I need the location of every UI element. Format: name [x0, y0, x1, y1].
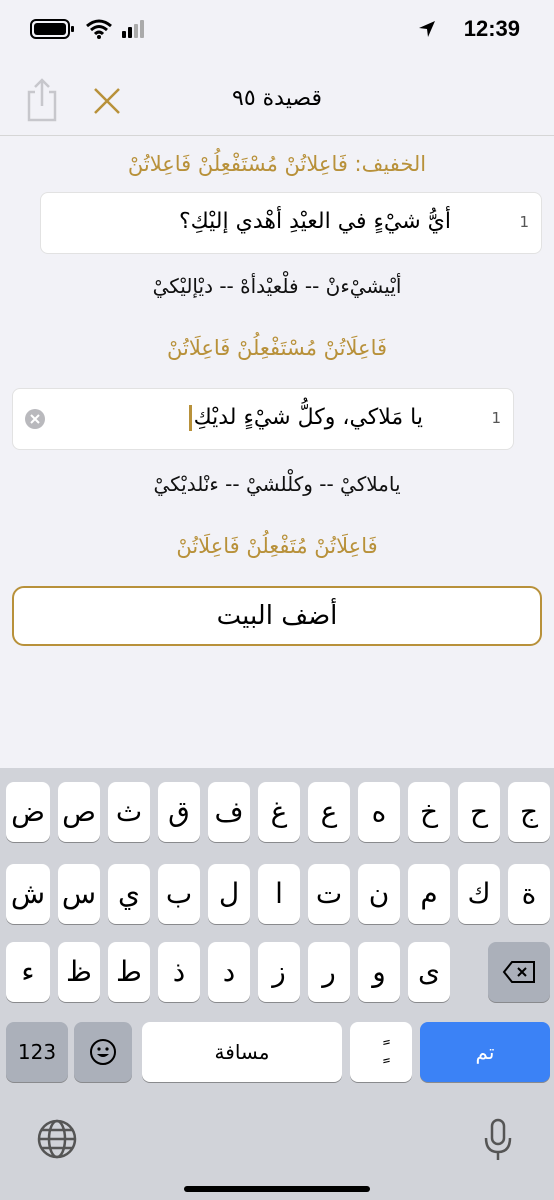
keyboard: ج ح خ ه ع غ ف ق ث ص ض ة ك م ن ت ا ل ب ي …	[0, 768, 554, 1200]
text-cursor	[188, 405, 192, 431]
emoji-key[interactable]	[74, 1022, 132, 1082]
status-bar: 12:39	[0, 0, 554, 64]
key[interactable]: م	[408, 864, 450, 924]
key[interactable]: ض	[6, 782, 50, 842]
verse-input-second[interactable]: يا مَلاكي، وكلُّ شيْءٍ لديْكِ 1	[12, 388, 514, 450]
key[interactable]: ج	[508, 782, 550, 842]
key[interactable]: ل	[208, 864, 250, 924]
location-arrow-icon	[419, 21, 435, 37]
key[interactable]: ك	[458, 864, 500, 924]
meter-pattern: فَاعِلَاتُنْ مُسْتَفْعِلُنْ فَاعِلَاتُنْ	[166, 336, 388, 360]
wifi-icon	[86, 19, 112, 39]
key[interactable]: ع	[308, 782, 350, 842]
page-title: قصيدة ٩٥	[232, 86, 322, 111]
key[interactable]: ث	[108, 782, 150, 842]
clear-button[interactable]	[25, 409, 45, 429]
key[interactable]: ح	[458, 782, 500, 842]
key[interactable]: ه	[358, 782, 400, 842]
tanween-key[interactable]: ًٍ	[350, 1022, 412, 1082]
key[interactable]: ظ	[58, 942, 100, 1002]
key[interactable]: ز	[258, 942, 300, 1002]
key[interactable]: ذ	[158, 942, 200, 1002]
globe-icon[interactable]	[36, 1118, 78, 1160]
key[interactable]: ء	[6, 942, 50, 1002]
status-indicators	[30, 18, 144, 40]
meter-pattern: فَاعِلَاتُنْ مُتَفْعِلُنْ فَاعِلَاتُنْ	[176, 534, 378, 558]
key[interactable]: ر	[308, 942, 350, 1002]
meter-label: الخفيف: فَاعِلاتُنْ مُسْتَفْعِلُنْ فَاعِ…	[127, 152, 427, 176]
home-indicator	[184, 1186, 370, 1192]
verse-input-first[interactable]: أيُّ شيْءٍ في العيْدِ أهْدي إليْكِ؟ 1	[40, 192, 542, 254]
key[interactable]: ص	[58, 782, 100, 842]
key[interactable]: ت	[308, 864, 350, 924]
signal-icon	[122, 20, 144, 38]
battery-icon	[30, 19, 74, 39]
key[interactable]: ف	[208, 782, 250, 842]
verse-text: أيُّ شيْءٍ في العيْدِ أهْدي إليْكِ؟	[178, 209, 451, 234]
key[interactable]: ن	[358, 864, 400, 924]
line-number: 1	[491, 409, 501, 427]
key[interactable]: ى	[408, 942, 450, 1002]
key[interactable]: د	[208, 942, 250, 1002]
numbers-key[interactable]: 123	[6, 1022, 68, 1082]
navigation-bar: قصيدة ٩٥	[0, 64, 554, 136]
key[interactable]: ا	[258, 864, 300, 924]
verse-scansion: ياملاكيْ -- وكلْلشيْ -- ءنْلديْكيْ	[153, 472, 401, 496]
close-icon	[30, 414, 40, 424]
key[interactable]: ش	[6, 864, 50, 924]
key[interactable]: خ	[408, 782, 450, 842]
key[interactable]: س	[58, 864, 100, 924]
key[interactable]: ي	[108, 864, 150, 924]
backspace-icon	[502, 961, 535, 983]
key[interactable]: ق	[158, 782, 200, 842]
line-number: 1	[519, 213, 529, 231]
status-time: 12:39	[463, 16, 520, 41]
microphone-icon[interactable]	[482, 1118, 514, 1162]
verse-text-row: يا مَلاكي، وكلُّ شيْءٍ لديْكِ	[188, 405, 423, 431]
key[interactable]: ة	[508, 864, 550, 924]
key[interactable]: غ	[258, 782, 300, 842]
key[interactable]: ط	[108, 942, 150, 1002]
backspace-key[interactable]	[488, 942, 550, 1002]
key[interactable]: و	[358, 942, 400, 1002]
emoji-icon	[90, 1039, 116, 1065]
key[interactable]: ب	[158, 864, 200, 924]
verse-text: يا مَلاكي، وكلُّ شيْءٍ لديْكِ	[193, 405, 423, 430]
verse-scansion: أيْيشيْءنْ -- فلْعيْدأهْ -- ديْإليْكيْ	[152, 274, 402, 298]
space-key[interactable]: مسافة	[142, 1022, 342, 1082]
done-key[interactable]: تم	[420, 1022, 550, 1082]
add-verse-button[interactable]: أضف البيت	[12, 586, 542, 646]
